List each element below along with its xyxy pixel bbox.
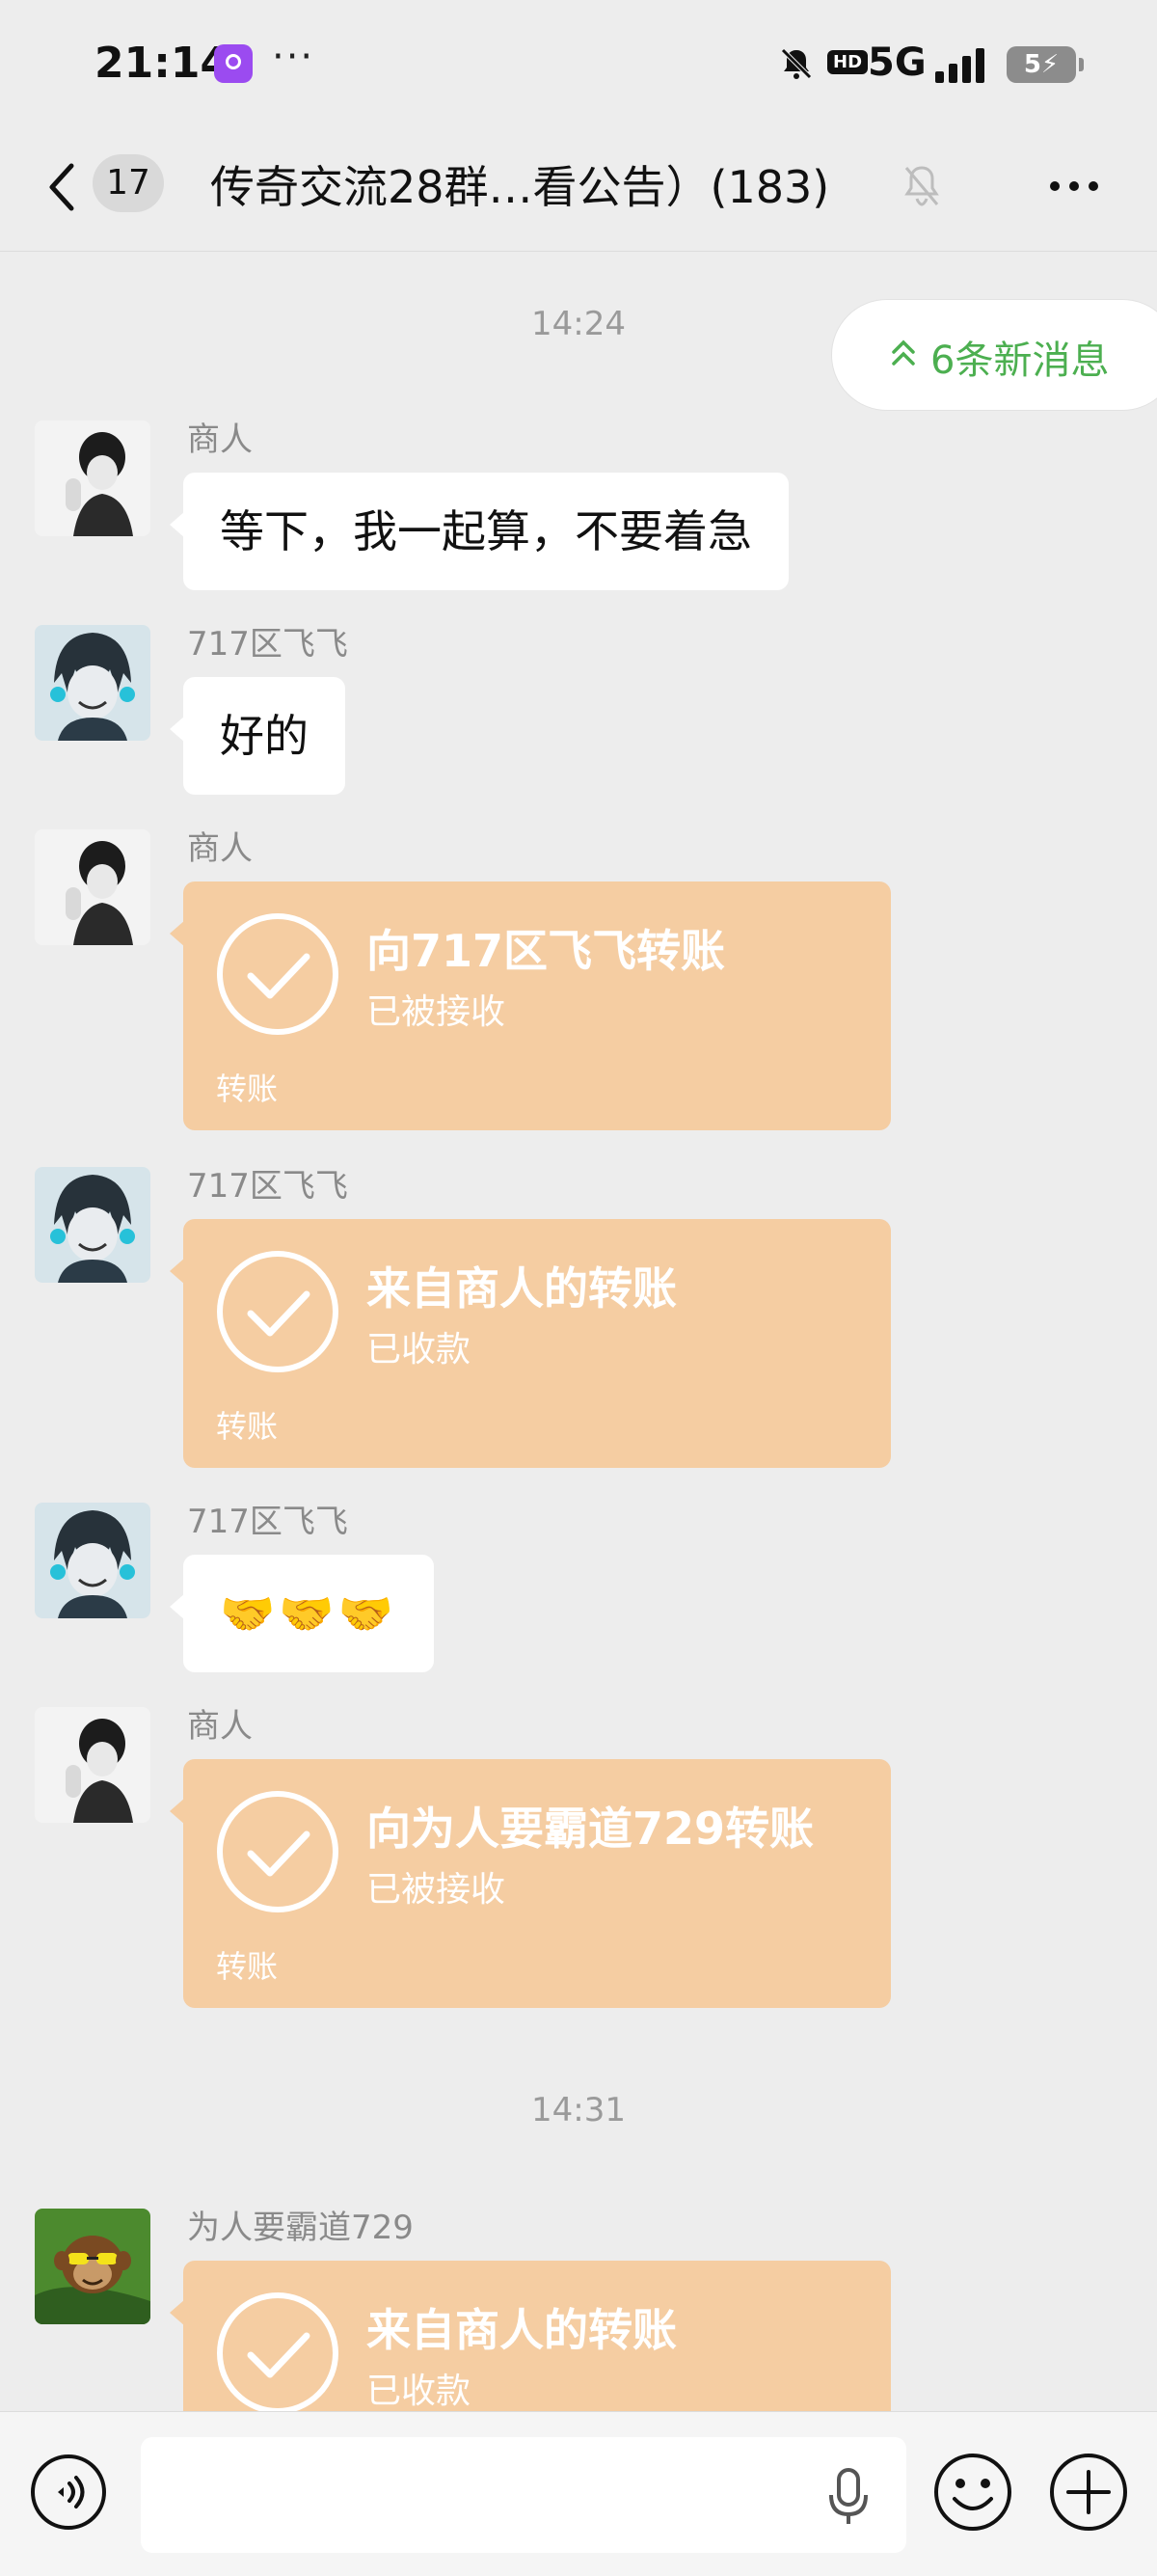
unread-count-badge[interactable]: 17 (93, 154, 164, 212)
sender-name: 商人 (187, 420, 253, 459)
check-circle-icon (217, 1791, 338, 1912)
transfer-label: 转账 (216, 1948, 279, 1985)
transfer-status: 已收款 (366, 1330, 471, 1369)
sender-name: 717区飞飞 (187, 1167, 348, 1206)
signal-icon (935, 48, 984, 83)
sender-name: 商人 (187, 1707, 253, 1746)
transfer-status: 已被接收 (366, 1870, 506, 1910)
avatar[interactable] (35, 829, 150, 945)
check-circle-icon (217, 1251, 338, 1372)
avatar[interactable] (35, 2209, 150, 2324)
new-messages-label: 6条新消息 (930, 339, 1110, 383)
status-time: 21:14 (94, 39, 230, 88)
input-bar (0, 2411, 1157, 2576)
status-overflow-icon: ··· (272, 35, 315, 79)
text-bubble[interactable]: 好的 (170, 677, 345, 795)
sender-name: 为人要霸道729 (187, 2209, 414, 2247)
emoji-icon[interactable] (931, 2451, 1014, 2534)
podcast-icon (214, 44, 253, 83)
avatar[interactable] (35, 420, 150, 536)
battery-icon: 5⚡ (1007, 46, 1084, 83)
microphone-icon[interactable] (825, 2466, 872, 2528)
transfer-status: 已收款 (366, 2372, 471, 2411)
sender-name: 717区飞飞 (187, 1503, 348, 1541)
transfer-label: 转账 (216, 1408, 279, 1445)
avatar[interactable] (35, 1707, 150, 1823)
transfer-card[interactable]: 来自商人的转账 已收款 转账 (170, 2261, 891, 2411)
transfer-title: 来自商人的转账 (366, 2304, 677, 2356)
hd-icon: HD (827, 50, 869, 74)
transfer-card[interactable]: 向717区飞飞转账 已被接收 转账 (170, 881, 891, 1130)
emoji-bubble[interactable]: 🤝🤝🤝 (170, 1555, 434, 1672)
chat-title: 传奇交流28群…看公告）(183) (210, 161, 830, 213)
transfer-status: 已被接收 (366, 992, 506, 1032)
avatar[interactable] (35, 1503, 150, 1618)
new-messages-button[interactable]: 6条新消息 (831, 299, 1157, 411)
chat-header: 17 传奇交流28群…看公告）(183) (0, 125, 1157, 252)
check-circle-icon (217, 2292, 338, 2411)
plus-icon[interactable] (1047, 2451, 1130, 2534)
check-circle-icon (217, 913, 338, 1035)
time-divider: 14:31 (531, 2091, 626, 2129)
chevron-up-icon (892, 339, 915, 366)
more-icon[interactable] (1045, 162, 1103, 210)
transfer-title: 向为人要霸道729转账 (366, 1803, 815, 1855)
voice-icon[interactable] (29, 2453, 108, 2532)
mute-icon (781, 48, 812, 79)
transfer-title: 向717区飞飞转账 (366, 925, 726, 977)
transfer-title: 来自商人的转账 (366, 1262, 677, 1315)
text-bubble[interactable]: 等下，我一起算，不要着急 (170, 473, 789, 590)
transfer-card[interactable]: 向为人要霸道729转账 已被接收 转账 (170, 1759, 891, 2008)
avatar[interactable] (35, 1167, 150, 1283)
transfer-label: 转账 (216, 1071, 279, 1107)
bell-off-icon (904, 166, 939, 206)
chevron-left-icon[interactable] (42, 158, 81, 216)
sender-name: 商人 (187, 829, 253, 868)
chat-messages[interactable]: 14:24 6条新消息 商人 等下，我一起算，不要着急 717区飞飞 好的 商人… (0, 251, 1157, 2411)
avatar[interactable] (35, 625, 150, 741)
status-bar: 21:14 ··· HD 5G 5⚡ (0, 0, 1157, 125)
sender-name: 717区飞飞 (187, 625, 348, 664)
transfer-card[interactable]: 来自商人的转账 已收款 转账 (170, 1219, 891, 1468)
network-type: 5G (868, 41, 927, 85)
battery-level: 5 (1023, 50, 1041, 79)
message-input[interactable] (141, 2437, 906, 2553)
